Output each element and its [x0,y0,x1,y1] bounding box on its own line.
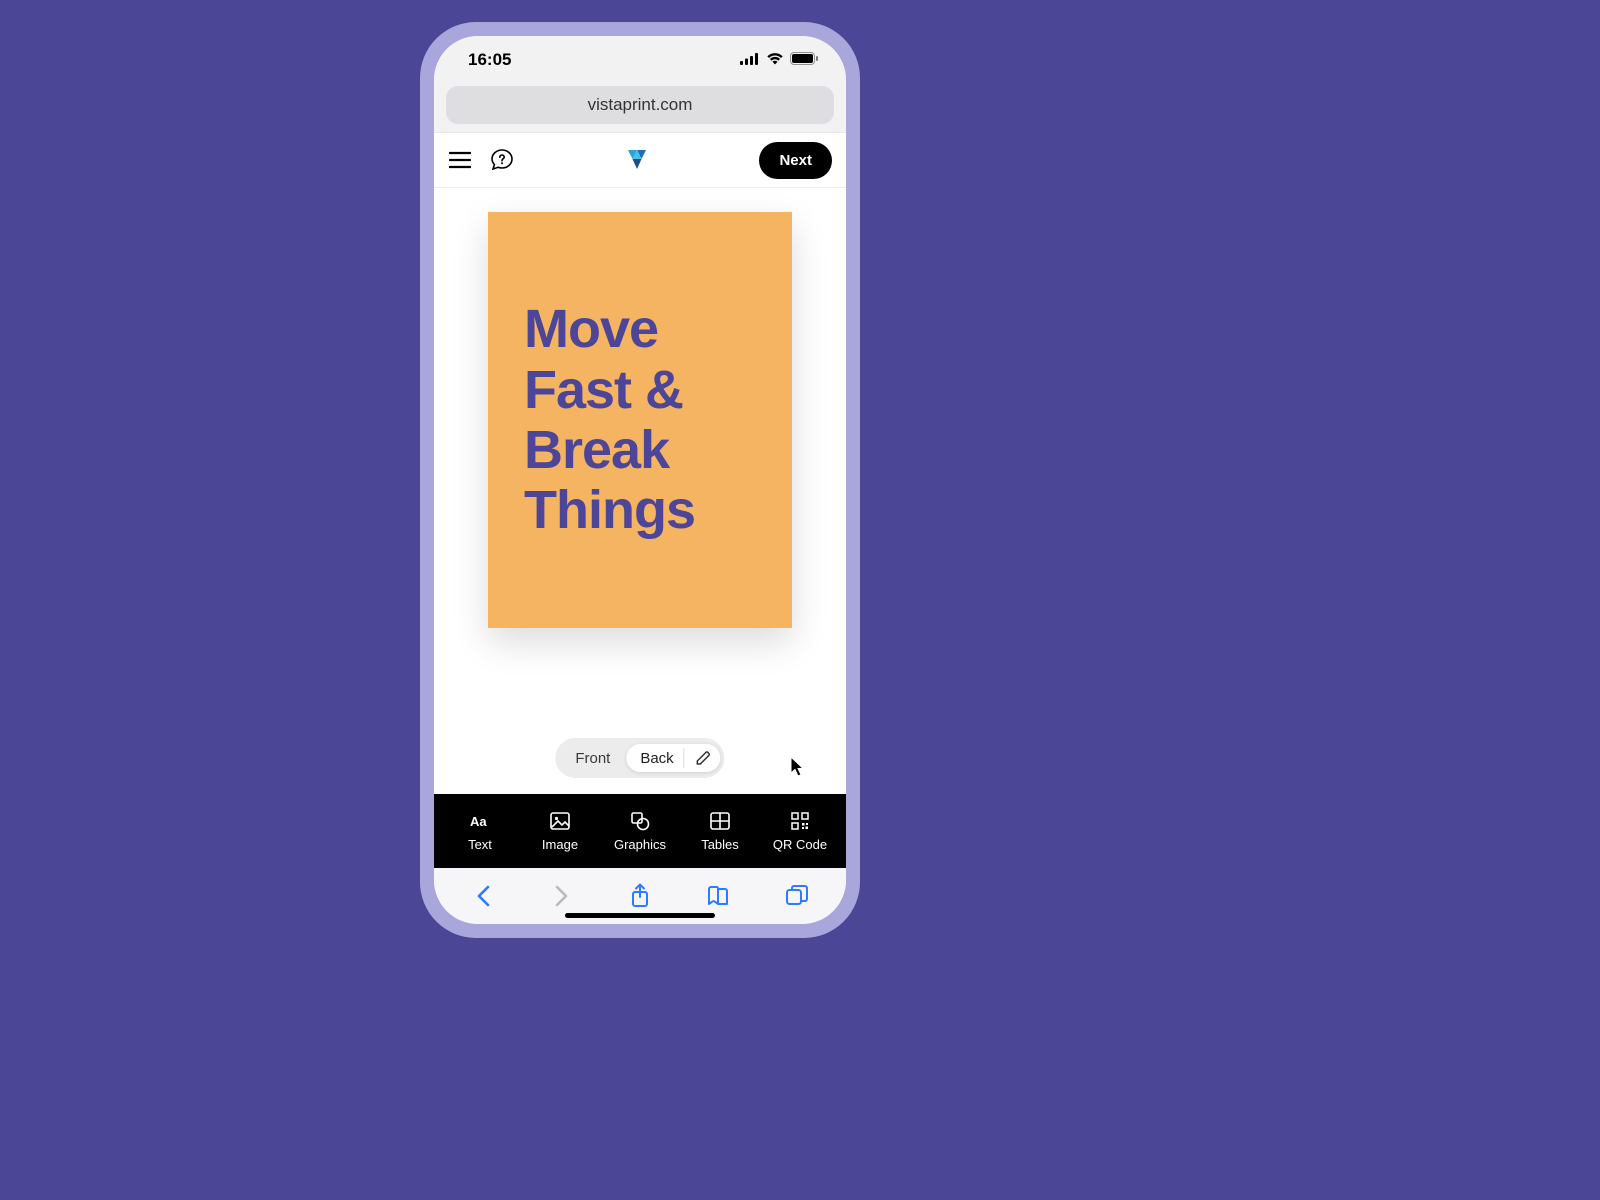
tool-label: QR Code [773,837,827,852]
status-time: 16:05 [468,50,511,70]
address-bar-container: vistaprint.com [434,84,846,132]
back-toggle[interactable]: Back [640,750,673,767]
tool-text[interactable]: Aa Text [448,811,512,852]
app-header-left [448,148,514,172]
qrcode-icon [790,811,810,831]
browser-back-button[interactable] [468,881,498,911]
svg-text:Aa: Aa [470,814,487,829]
next-button[interactable]: Next [759,142,832,179]
battery-icon [790,50,818,70]
design-text[interactable]: Move Fast & Break Things [524,299,695,541]
front-toggle[interactable]: Front [559,744,626,773]
tool-graphics[interactable]: Graphics [608,811,672,852]
help-icon[interactable] [490,148,514,172]
status-icons [740,50,818,70]
tables-icon [710,811,730,831]
vistaprint-logo-icon [624,147,650,173]
tool-label: Text [468,837,492,852]
bookmarks-icon[interactable] [703,881,733,911]
wifi-icon [766,50,784,70]
back-toggle-group: Back [626,744,720,772]
browser-forward-button[interactable] [547,881,577,911]
home-indicator [565,913,715,918]
tool-qrcode[interactable]: QR Code [768,811,832,852]
design-card[interactable]: Move Fast & Break Things [488,212,792,628]
status-bar: 16:05 [434,36,846,84]
phone-screen: 16:05 vistaprint.com [434,36,846,924]
toggle-divider [684,748,685,768]
design-canvas[interactable]: Move Fast & Break Things Front Back [434,188,846,794]
share-icon[interactable] [625,881,655,911]
address-bar[interactable]: vistaprint.com [446,86,834,124]
graphics-icon [630,811,650,831]
tool-tables[interactable]: Tables [688,811,752,852]
tabs-icon[interactable] [782,881,812,911]
cellular-icon [740,50,760,70]
editor-toolbar: Aa Text Image Graphics Tables QR Code [434,794,846,868]
cursor-icon [790,756,806,783]
side-toggle: Front Back [555,738,724,778]
image-icon [550,811,570,831]
phone-frame: 16:05 vistaprint.com [420,22,860,938]
menu-icon[interactable] [448,148,472,172]
tool-label: Image [542,837,578,852]
text-icon: Aa [470,811,490,831]
tool-image[interactable]: Image [528,811,592,852]
url-text: vistaprint.com [588,95,693,115]
edit-icon[interactable] [695,749,713,767]
tool-label: Graphics [614,837,666,852]
tool-label: Tables [701,837,739,852]
app-header: Next [434,132,846,188]
